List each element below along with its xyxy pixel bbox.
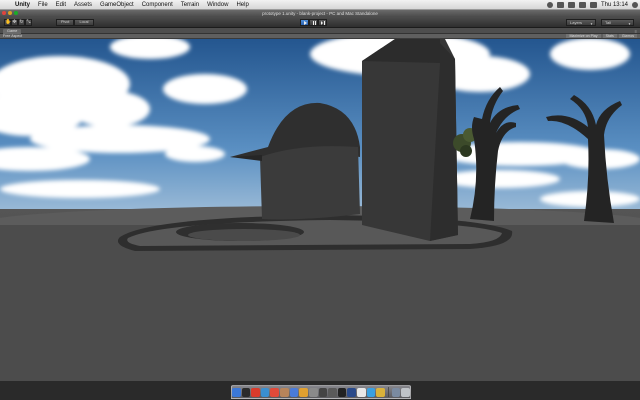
skype-icon[interactable] xyxy=(366,387,376,397)
game-view-toggles: Maximize on Play Stats Gizmos xyxy=(566,34,637,38)
menu-file[interactable]: File xyxy=(34,2,52,8)
addressbook-icon[interactable] xyxy=(280,387,289,397)
layout-dropdown-group: Tall ▼ xyxy=(601,19,634,26)
menu-items: Unity File Edit Assets GameObject Component Te… xyxy=(11,2,253,8)
pivot-toggle[interactable]: Pivot xyxy=(56,19,75,26)
game-viewport[interactable] xyxy=(0,39,640,381)
documents-stack-icon[interactable] xyxy=(391,387,401,397)
unity-icon[interactable] xyxy=(318,387,328,397)
step-icon xyxy=(321,21,323,25)
unity-toolbar: ✋ ✥ ↻ ⤡ Pivot Local Layers ▼ Tall ▼ xyxy=(0,17,640,28)
step-button[interactable] xyxy=(318,19,327,26)
menu-terrain[interactable]: Terrain xyxy=(177,2,203,8)
stats-toggle[interactable]: Stats xyxy=(602,34,617,38)
tab-options-icon[interactable]: ≡ xyxy=(635,29,637,34)
play-icon xyxy=(304,21,307,25)
gizmos-toggle[interactable]: Gizmos xyxy=(618,34,637,38)
move-tool-button[interactable]: ✥ xyxy=(11,19,18,26)
dashboard-icon[interactable] xyxy=(241,387,251,397)
pivot-controls: Pivot Local xyxy=(56,19,94,26)
spotlight-icon[interactable] xyxy=(632,2,638,8)
trash-icon[interactable] xyxy=(401,387,410,397)
photoshop-icon[interactable] xyxy=(347,387,356,397)
rotate-tool-button[interactable]: ↻ xyxy=(18,19,25,26)
ical-icon[interactable] xyxy=(270,387,280,397)
menu-help[interactable]: Help xyxy=(232,2,252,8)
preferences-icon[interactable] xyxy=(308,387,318,397)
play-controls xyxy=(300,19,327,26)
layers-dropdown[interactable]: Layers ▼ xyxy=(566,19,596,26)
dock xyxy=(231,385,411,399)
scale-tool-button[interactable]: ⤡ xyxy=(25,19,32,26)
menu-edit[interactable]: Edit xyxy=(52,2,70,8)
layout-dropdown[interactable]: Tall ▼ xyxy=(601,19,634,26)
wifi-icon[interactable] xyxy=(567,2,575,8)
chevron-down-icon: ▼ xyxy=(628,22,631,26)
hut-body xyxy=(260,146,360,220)
layers-dropdown-group: Layers ▼ xyxy=(566,19,596,26)
local-toggle[interactable]: Local xyxy=(74,19,94,26)
mail-icon[interactable] xyxy=(251,387,260,397)
menu-extras: Thu 13:14 xyxy=(546,0,638,10)
aspect-dropdown[interactable]: Free Aspect xyxy=(3,34,22,38)
itunes-icon[interactable] xyxy=(289,387,299,397)
menubar-clock[interactable]: Thu 13:14 xyxy=(601,2,628,8)
pause-icon xyxy=(312,21,314,25)
finder-icon[interactable] xyxy=(232,387,241,397)
hand-tool-button[interactable]: ✋ xyxy=(4,19,11,26)
transform-tools: ✋ ✥ ↻ ⤡ xyxy=(4,19,32,26)
battery-icon[interactable] xyxy=(589,2,597,8)
textedit-icon[interactable] xyxy=(356,387,366,397)
safari-icon[interactable] xyxy=(260,387,270,397)
menu-unity[interactable]: Unity xyxy=(11,2,34,8)
timemachine-icon[interactable] xyxy=(546,2,553,8)
pause-button[interactable] xyxy=(309,19,318,26)
menu-bar: Unity File Edit Assets GameObject Component Te… xyxy=(0,0,640,10)
volume-icon[interactable] xyxy=(578,2,586,8)
bluetooth-icon[interactable] xyxy=(556,2,564,8)
dock-separator xyxy=(387,387,389,397)
maximize-on-play-toggle[interactable]: Maximize on Play xyxy=(566,34,601,38)
chrome-icon[interactable] xyxy=(376,387,385,397)
play-button[interactable] xyxy=(300,19,309,26)
menu-assets[interactable]: Assets xyxy=(70,2,96,8)
menu-window[interactable]: Window xyxy=(203,2,232,8)
game-scene xyxy=(0,39,640,381)
window-titlebar: prototype 1.unity - blank-project - PC a… xyxy=(0,10,640,17)
monodevelop-icon[interactable] xyxy=(328,387,337,397)
iphoto-icon[interactable] xyxy=(299,387,308,397)
menu-gameobject[interactable]: GameObject xyxy=(96,2,138,8)
window-title: prototype 1.unity - blank-project - PC a… xyxy=(262,10,378,16)
dock-area xyxy=(0,381,640,400)
terminal-icon[interactable] xyxy=(337,387,347,397)
chevron-down-icon: ▼ xyxy=(590,22,593,26)
menu-component[interactable]: Component xyxy=(138,2,177,8)
